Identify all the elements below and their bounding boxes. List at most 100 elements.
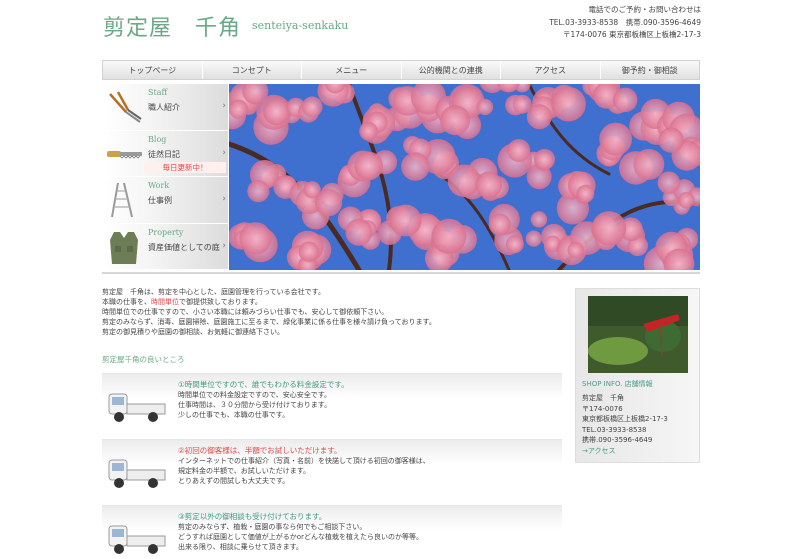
blossom	[613, 87, 638, 113]
ladder-icon	[111, 182, 133, 218]
intro-line: 剪定屋 千角は、剪定を中心とした、庭園管理を行っている会社です。	[102, 288, 325, 296]
update-badge: 毎日更新中！	[144, 162, 226, 173]
feature-block-1: ①時間単位ですので、誰でもわかる料金設定です。 時間単位での料金設定ですので、安…	[102, 373, 562, 435]
side-item-en-label: Blog	[148, 134, 167, 144]
blossom	[525, 230, 542, 247]
side-item-label: 徒然日記	[148, 149, 180, 159]
feature-line: どうすれば庭園として価値が上がるかorどんな植栽を植えたら良いのか等等。	[178, 533, 423, 541]
blossom	[576, 184, 595, 203]
blossom	[354, 151, 383, 181]
chevron-right-icon: ›	[222, 240, 226, 251]
chevron-right-icon: ›	[222, 194, 226, 204]
contact-address: 〒174-0076 東京都板橋区上板橋2-17-3	[563, 30, 701, 39]
shop-tel: TEL.03-3933-8538	[582, 425, 647, 434]
nav-item-access[interactable]: アクセス	[501, 61, 601, 79]
blossom	[658, 127, 684, 153]
blossom	[476, 98, 494, 116]
feature-line: 剪定のみならず、植栽・庭園の事なら何でもご相談下さい。	[178, 523, 367, 531]
saw-icon	[107, 150, 142, 159]
header-contact: 電話でのご予約・お問い合わせは TEL.03-3933-8538 携帯.090-…	[549, 4, 701, 42]
blossom	[447, 164, 481, 197]
blossom	[534, 148, 556, 170]
side-item-label: 仕事例	[148, 196, 172, 205]
blossom	[229, 99, 248, 119]
header: 剪定屋 千角 senteiya-senkaku 電話でのご予約・お問い合わせは …	[0, 0, 800, 58]
blossom	[657, 171, 681, 194]
blossom	[431, 218, 467, 254]
side-item-en-label: Work	[148, 181, 170, 190]
feature-line: とりあえずの間試しも大丈夫です。	[178, 477, 290, 485]
blossom	[263, 98, 291, 126]
intro-line: 剪定のみならず、消毒、庭園掃除、庭園施工に至るまで、緑化事業に係る仕事を様々請け…	[102, 318, 436, 326]
blossom	[599, 122, 633, 156]
chevron-right-icon: ›	[222, 101, 226, 111]
truck-icon	[108, 393, 166, 422]
site-logo-subtitle: senteiya-senkaku	[252, 19, 349, 32]
side-item-work[interactable]: Work 仕事例 ›	[102, 177, 228, 224]
blossom	[505, 235, 524, 254]
feature-line: 規定料金の半額で、お試しいただけます。	[178, 467, 311, 475]
blossom	[507, 139, 531, 163]
chevron-right-icon: ›	[222, 147, 226, 158]
highlight-text: 時間単位	[151, 298, 179, 306]
feature-title: ③剪定以外の御相談も受け付けております。	[178, 512, 327, 521]
feature-title: ②初回の御客様は、半額でお試しいただけます。	[178, 446, 342, 455]
contact-phone: TEL.03-3933-8538 携帯.090-3596-4649	[549, 17, 701, 27]
feature-body: インターネットでの仕事紹介（写真・名前）を快諾して頂ける初回の御客様は、 規定料…	[178, 456, 430, 486]
shop-info-panel: SHOP INFO. 店舗情報 剪定屋 千角 〒174-0076 東京都板橋区上…	[575, 288, 700, 463]
intro-text-segment: で御提供致しております。	[179, 298, 262, 306]
feature-block-3: ③剪定以外の御相談も受け付けております。 剪定のみならず、植栽・庭園の事なら何で…	[102, 505, 562, 559]
feature-line: インターネットでの仕事紹介（写真・名前）を快諾して頂ける初回の御客様は、	[178, 457, 430, 465]
contact-line: 電話でのご予約・お問い合わせは	[588, 5, 702, 14]
blossom	[345, 218, 373, 246]
side-item-blog[interactable]: Blog 徒然日記 › 毎日更新中！	[102, 130, 228, 177]
blossom	[551, 86, 586, 122]
blossom	[678, 192, 695, 209]
blossom	[488, 213, 511, 236]
nav-item-menu[interactable]: メニュー	[302, 61, 402, 79]
nav-item-public-partners[interactable]: 公的機関との連携	[402, 61, 501, 79]
shop-address: 東京都板橋区上板橋2-17-3	[582, 415, 668, 423]
blossom	[298, 241, 320, 262]
intro-line: 時間単位での仕事ですので、小さい本職には頼みづらい仕事でも、安心して御依頼下さい…	[102, 308, 389, 316]
blossom	[567, 241, 584, 259]
blossom	[401, 152, 430, 181]
blossom	[526, 104, 552, 130]
blossom	[359, 121, 378, 141]
garden-photo	[588, 296, 688, 373]
feature-line: 時間単位での料金設定ですので、安心安全です。	[178, 391, 332, 399]
blossom	[389, 204, 422, 237]
nav-item-concept[interactable]: コンセプト	[203, 61, 302, 79]
feature-line: 仕事時間は、３０分間から受け付けております。	[178, 401, 332, 409]
feature-title: ①時間単位ですので、誰でもわかる料金設定です。	[178, 380, 349, 389]
vest-icon	[110, 231, 138, 264]
global-nav: トップページ コンセプト メニュー 公的機関との連携 アクセス 御予約・御相談	[102, 60, 700, 80]
section-title: 剪定屋千角の良いところ	[102, 355, 185, 364]
feature-body: 剪定のみならず、植栽・庭園の事なら何でもご相談下さい。 どうすれば庭園として価値…	[178, 522, 423, 552]
shears-icon	[109, 91, 142, 123]
shop-mobile: 携帯.090-3596-4649	[582, 436, 653, 444]
truck-icon	[108, 525, 166, 554]
blossom	[301, 96, 323, 118]
intro-text: 剪定屋 千角は、剪定を中心とした、庭園管理を行っている会社です。 本職の仕事を、…	[102, 287, 562, 337]
nav-item-top[interactable]: トップページ	[103, 61, 203, 79]
feature-line: 出来る限り、相談に乗らせて頂きます。	[178, 543, 303, 551]
access-link[interactable]: →アクセス	[582, 446, 668, 457]
shop-info-details: 剪定屋 千角 〒174-0076 東京都板橋区上板橋2-17-3 TEL.03-…	[582, 393, 668, 456]
feature-body: 時間単位での料金設定ですので、安心安全です。 仕事時間は、３０分間から受け付けて…	[178, 390, 331, 420]
blossom	[591, 211, 627, 246]
blossom	[440, 105, 471, 136]
side-item-property[interactable]: Property 資産価値としての庭 ›	[102, 223, 228, 270]
side-item-label: 資産価値としての庭	[148, 242, 220, 252]
site-logo[interactable]: 剪定屋 千角	[103, 10, 241, 42]
blossom	[315, 189, 343, 217]
shop-name: 剪定屋 千角	[582, 394, 624, 402]
intro-line: 本職の仕事を、時間単位で御提供致しております。	[102, 297, 562, 307]
cherry-blossom-photo	[229, 84, 700, 270]
feature-line: 少しの仕事でも、本職の仕事です。	[178, 411, 290, 419]
blossom	[475, 171, 502, 199]
nav-item-reservation[interactable]: 御予約・御相談	[601, 61, 700, 79]
shop-postal: 〒174-0076	[582, 404, 623, 413]
side-item-staff[interactable]: Staff 職人紹介 ›	[102, 84, 228, 131]
side-item-en-label: Staff	[148, 88, 168, 97]
